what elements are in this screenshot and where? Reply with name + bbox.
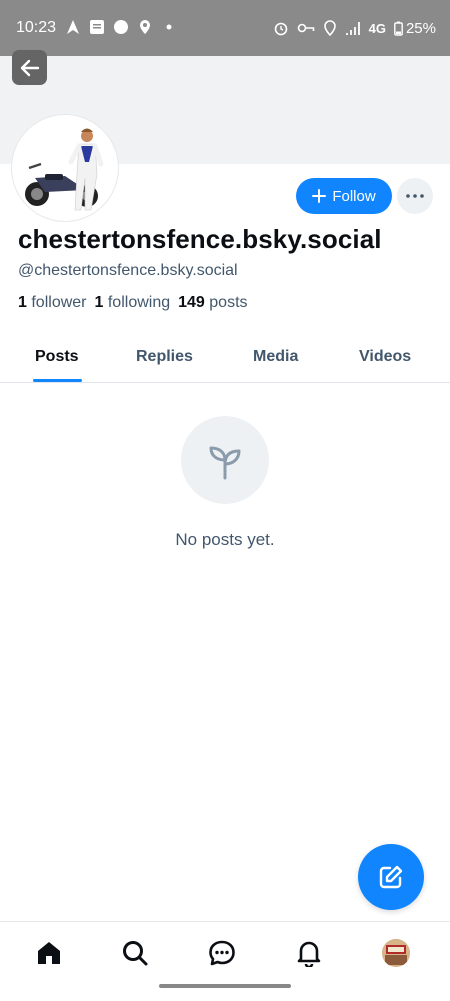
home-icon [38,942,60,964]
network-type: 4G [368,20,386,36]
battery-indicator: 25% [394,20,436,37]
navigation-icon [67,20,79,34]
battery-percent: 25% [405,19,436,37]
display-name: chestertonsfence.bsky.social [18,224,382,254]
posts-stat: 149 posts [178,294,247,312]
profile-handle: @chestertonsfence.bsky.social [18,262,238,279]
bell-icon [297,941,321,967]
back-button[interactable] [12,50,47,85]
empty-state-message: No posts yet. [175,530,275,549]
message-icon [90,20,104,34]
key-icon [297,23,314,33]
nav-profile-avatar[interactable] [382,939,410,967]
tab-videos[interactable]: Videos [359,348,411,366]
search-icon [123,941,148,966]
ellipsis-icon [406,194,424,198]
compose-button[interactable] [358,844,424,910]
following-label: following [107,294,171,311]
avatar-image [15,118,115,218]
dot-icon [166,24,172,30]
profile-avatar[interactable] [12,115,118,221]
posts-count: 149 [178,294,205,311]
location-icon [323,20,336,36]
tab-posts[interactable]: Posts [35,348,79,366]
battery-icon [394,21,403,36]
arrow-left-icon [20,59,39,76]
posts-label: posts [209,294,248,311]
sprout-icon [209,446,241,480]
plus-icon [312,189,327,203]
nav-chat[interactable] [207,938,237,968]
location-icon [140,20,150,34]
empty-state-icon-container [181,416,269,504]
follow-button[interactable]: Follow [296,178,392,214]
nav-home[interactable] [34,938,64,968]
tab-replies[interactable]: Replies [136,348,193,366]
profile-stats: 1 follower 1 following 149 posts [18,294,248,312]
more-options-button[interactable] [397,178,433,214]
alarm-icon [274,22,287,36]
profile-avatar-image [382,939,410,967]
profile-tabs: Posts Replies Media Videos [0,336,450,383]
signal-icon [345,22,360,35]
status-indicators: 4G 25% [273,18,436,38]
follow-button-label: Follow [332,187,376,205]
followers-count: 1 [18,294,27,311]
home-indicator [159,984,291,988]
tab-media[interactable]: Media [253,348,298,366]
following-count: 1 [94,294,104,311]
chat-icon [209,940,235,966]
nav-search[interactable] [120,938,150,968]
status-time: 10:23 [16,19,57,36]
bottom-navigation [0,921,450,1001]
chat-bubble-icon [114,20,128,34]
followers-label: follower [31,294,87,311]
status-bar: 10:23 4G 25% [0,0,450,56]
followers-stat[interactable]: 1 follower [18,294,87,312]
following-stat[interactable]: 1 following [95,294,171,312]
compose-icon [379,865,403,889]
active-tab-indicator [33,379,82,382]
nav-notifications[interactable] [294,938,324,968]
